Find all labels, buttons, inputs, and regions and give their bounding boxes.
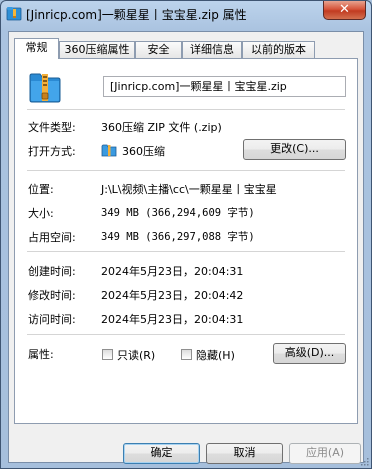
- general-panel: [Jinricp.com]一颗星星丨宝宝星.zip 文件类型: 360压缩 ZI…: [14, 58, 358, 424]
- separator: [27, 251, 345, 252]
- accessed-label: 访问时间:: [28, 313, 76, 326]
- tab-strip: 常规 360压缩属性 安全 详细信息 以前的版本: [14, 38, 358, 59]
- accessed-value: 2024年5月23日，20:04:31: [101, 313, 244, 326]
- tab-360-zip-properties[interactable]: 360压缩属性: [59, 41, 135, 58]
- zip-file-icon: [6, 7, 22, 21]
- opens-with-value: 360压缩: [122, 145, 165, 158]
- title-bar[interactable]: [Jinricp.com]一颗星星丨宝宝星.zip 属性 ✕: [1, 1, 371, 27]
- modified-value: 2024年5月23日，20:04:42: [101, 289, 244, 302]
- apply-button[interactable]: 应用(A): [289, 443, 361, 464]
- 360zip-app-icon: [101, 144, 117, 157]
- file-type-value: 360压缩 ZIP 文件 (.zip): [101, 121, 222, 134]
- tab-security[interactable]: 安全: [135, 41, 182, 58]
- file-type-label: 文件类型:: [28, 121, 76, 134]
- advanced-button[interactable]: 高级(D)...: [273, 343, 346, 364]
- hidden-label[interactable]: 隐藏(H): [196, 347, 235, 363]
- separator: [27, 334, 345, 335]
- close-button[interactable]: ✕: [323, 1, 366, 20]
- separator: [27, 170, 345, 171]
- window-title: [Jinricp.com]一颗星星丨宝宝星.zip 属性: [26, 8, 247, 22]
- size-on-disk-value: 349 MB (366,297,088 字节): [101, 231, 255, 243]
- zip-archive-icon: [29, 73, 61, 103]
- file-name-input[interactable]: [Jinricp.com]一颗星星丨宝宝星.zip: [103, 76, 346, 97]
- readonly-checkbox[interactable]: [102, 349, 113, 360]
- hidden-checkbox[interactable]: [181, 349, 192, 360]
- separator: [27, 109, 345, 110]
- tab-general[interactable]: 常规: [14, 38, 59, 59]
- ok-button[interactable]: 确定: [123, 443, 200, 464]
- attributes-label: 属性:: [28, 348, 54, 361]
- dialog-body: 常规 360压缩属性 安全 详细信息 以前的版本 [Jinricp.com]一颗…: [8, 31, 364, 464]
- size-value: 349 MB (366,294,609 字节): [101, 207, 255, 219]
- resize-grip-icon[interactable]: [360, 457, 369, 466]
- properties-window: [Jinricp.com]一颗星星丨宝宝星.zip 属性 ✕ 常规 360压缩属…: [0, 0, 372, 469]
- size-label: 大小:: [28, 207, 54, 220]
- size-on-disk-label: 占用空间:: [28, 231, 76, 244]
- cancel-button[interactable]: 取消: [206, 443, 283, 464]
- created-value: 2024年5月23日，20:04:31: [101, 265, 244, 278]
- tab-details[interactable]: 详细信息: [182, 41, 242, 58]
- created-label: 创建时间:: [28, 265, 76, 278]
- modified-label: 修改时间:: [28, 289, 76, 302]
- location-label: 位置:: [28, 183, 54, 196]
- readonly-label[interactable]: 只读(R): [117, 347, 155, 363]
- change-button[interactable]: 更改(C)...: [243, 139, 346, 160]
- tab-previous-versions[interactable]: 以前的版本: [242, 41, 315, 58]
- opens-with-label: 打开方式:: [28, 145, 76, 158]
- location-value: J:\L\视频\主播\cc\一颗星星丨宝宝星: [101, 183, 277, 196]
